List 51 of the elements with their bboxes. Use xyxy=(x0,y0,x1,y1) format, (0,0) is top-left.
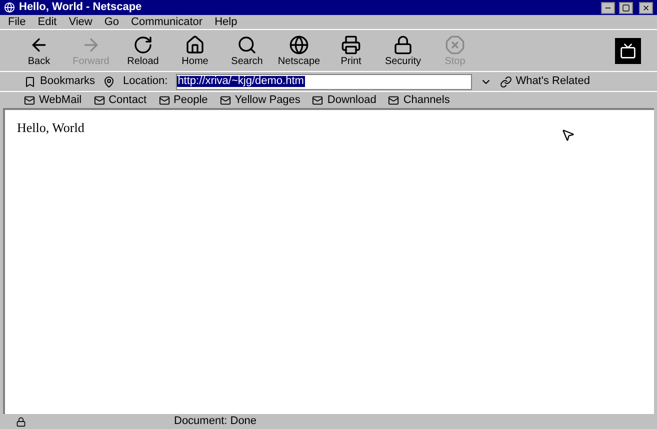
reload-icon xyxy=(133,34,153,54)
close-icon xyxy=(642,4,650,12)
maximize-button[interactable] xyxy=(619,2,633,14)
envelope-icon xyxy=(388,94,400,106)
envelope-icon xyxy=(220,94,231,106)
location-label: Location: xyxy=(123,74,168,90)
toolbar-button[interactable]: Reload xyxy=(120,34,166,66)
menu-item[interactable]: Help xyxy=(214,16,238,28)
window-title: Hello, World - Netscape xyxy=(19,2,142,13)
menu-item[interactable]: Edit xyxy=(38,16,57,28)
stop-icon xyxy=(445,34,465,54)
lock-icon xyxy=(393,34,413,54)
personal-link[interactable]: Download xyxy=(312,92,376,108)
maximize-icon xyxy=(622,4,630,12)
toolbar-button[interactable]: Home xyxy=(172,34,218,66)
close-button[interactable] xyxy=(639,2,653,14)
toolbar-button[interactable]: Print xyxy=(328,34,374,66)
envelope-icon xyxy=(158,94,170,106)
search-icon xyxy=(237,34,257,54)
whats-related-button[interactable]: What's Related xyxy=(500,73,590,90)
menu-item[interactable]: Go xyxy=(104,16,120,28)
link-icon xyxy=(500,76,512,88)
toolbar-button[interactable]: Back xyxy=(16,34,62,66)
page-text: Hello, World xyxy=(17,120,84,135)
app-icon xyxy=(4,2,15,13)
personal-link[interactable]: Yellow Pages xyxy=(220,92,300,108)
cursor-icon xyxy=(561,128,575,142)
envelope-icon xyxy=(94,94,105,106)
toolbar-button[interactable]: Search xyxy=(224,34,270,66)
bookmark-icon xyxy=(24,76,36,88)
security-icon xyxy=(16,416,26,426)
printer-icon xyxy=(341,34,361,54)
envelope-icon xyxy=(312,94,324,106)
menu-item[interactable]: Communicator xyxy=(131,16,203,28)
location-field[interactable]: http://xriva/~kjg/demo.htm xyxy=(176,74,472,90)
envelope-icon xyxy=(24,94,35,106)
bookmarks-button[interactable]: Bookmarks xyxy=(24,73,96,90)
tv-icon xyxy=(620,42,636,58)
personal-link[interactable]: Contact xyxy=(94,92,147,108)
location-icon xyxy=(103,76,116,88)
menu-item[interactable]: File xyxy=(8,16,26,28)
personal-link[interactable]: Channels xyxy=(388,92,450,108)
toolbar-button[interactable]: Netscape xyxy=(276,34,322,66)
house-icon xyxy=(185,34,205,54)
globe-icon xyxy=(289,34,309,54)
minimize-button[interactable] xyxy=(601,2,615,14)
personal-link[interactable]: People xyxy=(158,92,208,108)
personal-link[interactable]: WebMail xyxy=(24,92,82,108)
menu-item[interactable]: View xyxy=(68,16,92,28)
toolbar-button[interactable]: Security xyxy=(380,34,426,66)
status-text: Document: Done xyxy=(174,414,257,429)
